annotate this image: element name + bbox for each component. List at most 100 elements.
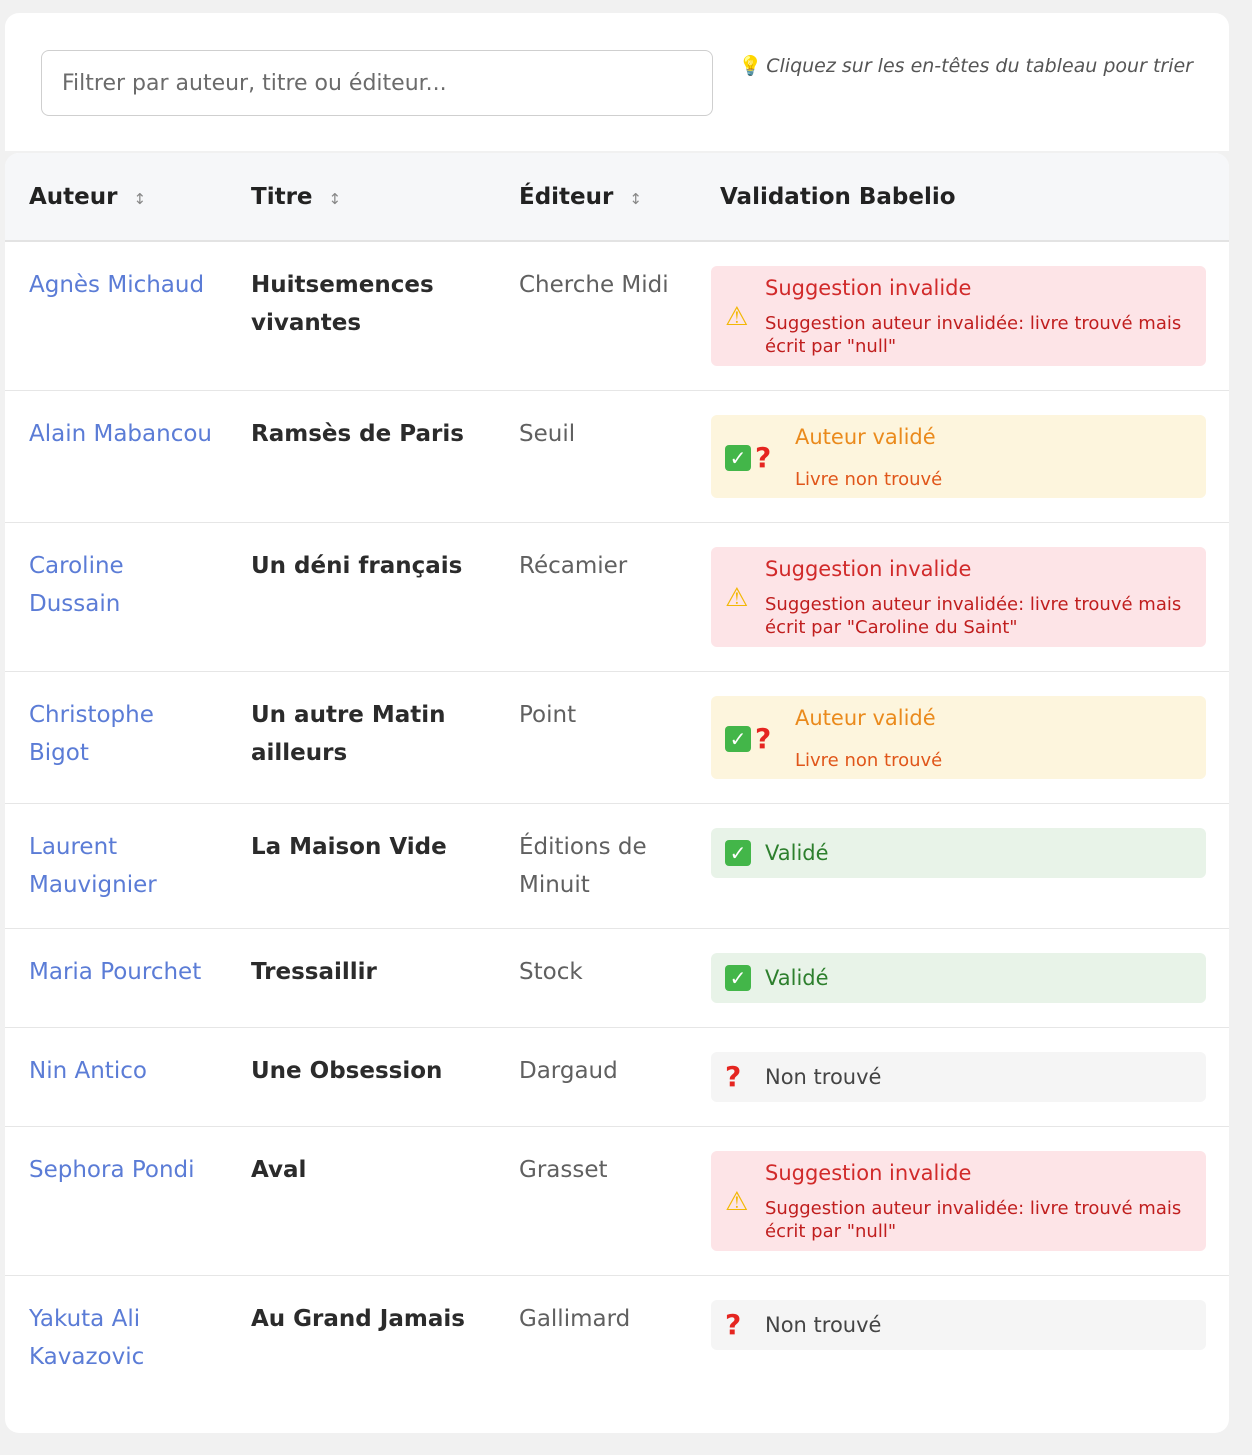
validation-badge-not-found: ? Non trouvé [711,1300,1206,1350]
table-row: Caroline Dussain Un déni français Récami… [5,523,1229,672]
icon-group: ⚠ [725,304,765,330]
author-link[interactable]: Caroline Dussain [29,553,124,617]
question-icon: ? [725,1308,742,1341]
sort-icon: ↕ [328,189,342,208]
validation-badge-not-found: ? Non trouvé [711,1052,1206,1102]
sort-hint: 💡 Cliquez sur les en-têtes du tableau pou… [739,54,1193,77]
table-row: Maria Pourchet Tressaillir Stock ✓ Valid… [5,929,1229,1028]
author-link[interactable]: Alain Mabancou [29,421,212,447]
sort-icon: ↕ [629,189,642,208]
cell-author: Caroline Dussain [5,523,227,672]
author-link[interactable]: Agnès Michaud [29,272,204,298]
author-link[interactable]: Christophe Bigot [29,702,154,766]
header-title[interactable]: Titre ↕ [227,153,495,241]
validation-status: Suggestion invalide [765,1161,972,1185]
cell-author: Agnès Michaud [5,241,227,391]
author-link[interactable]: Maria Pourchet [29,959,201,985]
cell-validation: ✓ Validé [696,804,1229,929]
table-row: Alain Mabancou Ramsès de Paris Seuil ✓? … [5,391,1229,523]
cell-author: Christophe Bigot [5,672,227,804]
validation-detail: Suggestion auteur invalidée: livre trouv… [765,1198,1182,1242]
cell-title: Aval [251,1157,307,1183]
table-header-row: Auteur ↕ Titre ↕ Éditeur ↕ Validation Babel… [5,153,1229,241]
header-author-label: Auteur [29,183,118,210]
table-row: Sephora Pondi Aval Grasset ⚠ Suggestion … [5,1127,1229,1276]
cell-author: Sephora Pondi [5,1127,227,1276]
filter-input[interactable] [41,50,713,116]
cell-title: Un autre Matin ailleurs [251,702,446,766]
cell-author: Yakuta Ali Kavazovic [5,1276,227,1401]
cell-validation: ✓? Auteur validé Livre non trouvé [696,672,1229,804]
validation-detail: Livre non trouvé [795,469,943,490]
icon-group: ✓? [725,724,795,753]
cell-editor: Cherche Midi [519,272,669,298]
validation-badge-author: ✓? Auteur validé Livre non trouvé [711,415,1206,498]
cell-editor: Stock [519,959,583,985]
warning-icon: ⚠ [725,583,749,613]
validation-badge-valid: ✓ Validé [711,953,1206,1003]
header-author[interactable]: Auteur ↕ [5,153,227,241]
icon-group: ⚠ [725,585,765,611]
validation-detail: Suggestion auteur invalidée: livre trouv… [765,594,1182,638]
warning-icon: ⚠ [725,1187,749,1217]
header-editor[interactable]: Éditeur ↕ [495,153,696,241]
cell-editor: Grasset [519,1157,608,1183]
cell-editor: Dargaud [519,1058,618,1084]
icon-group: ✓ [725,965,765,991]
icon-group: ✓ [725,840,765,866]
table-row: Nin Antico Une Obsession Dargaud ? Non t… [5,1028,1229,1127]
cell-validation: ⚠ Suggestion invalide Suggestion auteur i… [696,523,1229,672]
validation-status: Non trouvé [765,1065,882,1089]
table-row: Yakuta Ali Kavazovic Au Grand Jamais Gal… [5,1276,1229,1401]
validation-detail: Livre non trouvé [795,750,943,771]
sort-icon: ↕ [133,189,147,208]
validation-status: Auteur validé [795,706,936,730]
cell-editor: Récamier [519,553,628,579]
cell-editor: Gallimard [519,1306,631,1332]
header-validation: Validation Babelio [696,153,1229,241]
cell-validation: ? Non trouvé [696,1276,1229,1401]
check-icon: ✓ [725,965,751,991]
validation-badge-invalid: ⚠ Suggestion invalide Suggestion auteur i… [711,266,1206,366]
validation-badge-invalid: ⚠ Suggestion invalide Suggestion auteur i… [711,547,1206,647]
table-row: Christophe Bigot Un autre Matin ailleurs… [5,672,1229,804]
header-editor-label: Éditeur [519,183,614,210]
validation-status: Auteur validé [795,425,936,449]
author-link[interactable]: Sephora Pondi [29,1157,195,1183]
cell-validation: ⚠ Suggestion invalide Suggestion auteur i… [696,241,1229,391]
author-link[interactable]: Laurent Mauvignier [29,834,157,898]
cell-editor: Point [519,702,577,728]
warning-icon: ⚠ [725,302,749,332]
icon-group: ⚠ [725,1189,765,1215]
books-table: Auteur ↕ Titre ↕ Éditeur ↕ Validation Babel… [5,153,1229,1400]
question-icon: ? [755,440,772,474]
cell-editor: Seuil [519,421,576,447]
author-link[interactable]: Yakuta Ali Kavazovic [29,1306,144,1370]
validation-status: Suggestion invalide [765,276,972,300]
filter-panel: 💡Cliquez sur les en-têtes du tableau pou… [5,13,1229,151]
check-icon: ✓ [725,444,751,471]
cell-editor: Éditions de Minuit [519,834,647,898]
cell-title: Ramsès de Paris [251,421,464,447]
cell-title: Une Obsession [251,1058,443,1084]
header-validation-label: Validation Babelio [720,183,956,210]
header-title-label: Titre [251,183,313,210]
books-table-panel: Auteur ↕ Titre ↕ Éditeur ↕ Validation Babel… [5,153,1229,1433]
validation-status: Validé [765,966,829,990]
cell-title: Tressaillir [251,959,377,985]
cell-validation: ? Non trouvé [696,1028,1229,1127]
cell-validation: ✓? Auteur validé Livre non trouvé [696,391,1229,523]
author-link[interactable]: Nin Antico [29,1058,147,1084]
cell-author: Laurent Mauvignier [5,804,227,929]
icon-group: ? [725,1311,765,1339]
question-icon: ? [725,1060,742,1093]
lightbulb-icon: 💡 [738,55,763,77]
check-icon: ✓ [725,840,751,866]
table-row: Laurent Mauvignier La Maison Vide Éditio… [5,804,1229,929]
sort-hint-text: Cliquez sur les en-têtes du tableau pour… [766,55,1193,77]
table-row: Agnès Michaud Huitsemences vivantes Cher… [5,241,1229,391]
validation-badge-invalid: ⚠ Suggestion invalide Suggestion auteur i… [711,1151,1206,1251]
validation-status: Non trouvé [765,1313,882,1337]
validation-detail: Suggestion auteur invalidée: livre trouv… [765,313,1182,357]
cell-title: Au Grand Jamais [251,1306,465,1332]
